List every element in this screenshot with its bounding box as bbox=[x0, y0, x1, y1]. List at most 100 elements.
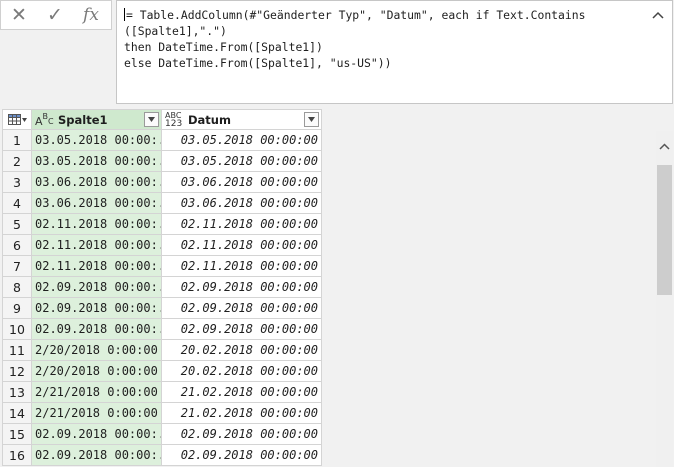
table-row[interactable]: 502.11.2018 00:00:... 02.11.2018 00:00:00 bbox=[3, 214, 322, 235]
cell-value: 02.09.2018 00:00:00 bbox=[180, 322, 318, 336]
scroll-up-icon[interactable] bbox=[656, 131, 673, 161]
cell-spalte1[interactable]: 02.09.2018 00:00:... bbox=[32, 277, 162, 298]
table-menu-button[interactable] bbox=[3, 109, 32, 130]
cell-spalte1[interactable]: 03.05.2018 00:00:... bbox=[32, 151, 162, 172]
cell-value: 03.06.2018 00:00:00 bbox=[180, 196, 318, 210]
row-number[interactable]: 11 bbox=[3, 340, 32, 361]
table-row[interactable]: 14 2/21/2018 0:00:00 21.02.2018 00:00:00 bbox=[3, 403, 322, 424]
row-number[interactable]: 3 bbox=[3, 172, 32, 193]
row-number[interactable]: 7 bbox=[3, 256, 32, 277]
table-row[interactable]: 11 2/20/2018 0:00:00 20.02.2018 00:00:00 bbox=[3, 340, 322, 361]
cell-datum[interactable]: 03.05.2018 00:00:00 bbox=[162, 130, 322, 151]
cancel-icon[interactable]: ✕ bbox=[1, 1, 37, 29]
table-row[interactable]: 1602.09.2018 00:00:... 02.09.2018 00:00:0… bbox=[3, 445, 322, 466]
cell-value: 03.05.2018 00:00:... bbox=[35, 133, 161, 147]
cell-datum[interactable]: 03.06.2018 00:00:00 bbox=[162, 172, 322, 193]
cell-value: 2/21/2018 0:00:00 bbox=[35, 406, 158, 420]
table-row[interactable]: 303.06.2018 00:00:... 03.06.2018 00:00:00 bbox=[3, 172, 322, 193]
column-header-datum[interactable]: ABC 123 Datum bbox=[162, 109, 322, 130]
table-row[interactable]: 203.05.2018 00:00:... 03.05.2018 00:00:00 bbox=[3, 151, 322, 172]
text-caret bbox=[124, 8, 125, 21]
filter-dropdown-icon[interactable] bbox=[304, 112, 319, 127]
table-row[interactable]: 12 2/20/2018 0:00:00 20.02.2018 00:00:00 bbox=[3, 361, 322, 382]
cell-datum[interactable]: 02.09.2018 00:00:00 bbox=[162, 319, 322, 340]
confirm-icon[interactable]: ✓ bbox=[37, 1, 73, 29]
table-row[interactable]: 1002.09.2018 00:00:... 02.09.2018 00:00:0… bbox=[3, 319, 322, 340]
row-number[interactable]: 8 bbox=[3, 277, 32, 298]
cell-spalte1[interactable]: 2/20/2018 0:00:00 bbox=[32, 361, 162, 382]
cell-spalte1[interactable]: 02.11.2018 00:00:... bbox=[32, 256, 162, 277]
table-row[interactable]: 902.09.2018 00:00:... 02.09.2018 00:00:00 bbox=[3, 298, 322, 319]
column-header-spalte1[interactable]: A B C Spalte1 bbox=[32, 109, 162, 130]
cell-datum[interactable]: 02.09.2018 00:00:00 bbox=[162, 277, 322, 298]
cell-datum[interactable]: 20.02.2018 00:00:00 bbox=[162, 361, 322, 382]
cell-datum[interactable]: 20.02.2018 00:00:00 bbox=[162, 340, 322, 361]
cell-spalte1[interactable]: 02.09.2018 00:00:... bbox=[32, 319, 162, 340]
cell-datum[interactable]: 02.11.2018 00:00:00 bbox=[162, 214, 322, 235]
cell-value: 02.11.2018 00:00:00 bbox=[180, 259, 318, 273]
scrollbar-thumb[interactable] bbox=[657, 165, 672, 295]
cell-spalte1[interactable]: 2/20/2018 0:00:00 bbox=[32, 340, 162, 361]
cell-value: 02.11.2018 00:00:00 bbox=[180, 238, 318, 252]
cell-value: 03.06.2018 00:00:... bbox=[35, 196, 161, 210]
table-row[interactable]: 13 2/21/2018 0:00:00 21.02.2018 00:00:00 bbox=[3, 382, 322, 403]
cell-datum[interactable]: 21.02.2018 00:00:00 bbox=[162, 382, 322, 403]
cell-spalte1[interactable]: 02.11.2018 00:00:... bbox=[32, 214, 162, 235]
cell-datum[interactable]: 02.11.2018 00:00:00 bbox=[162, 256, 322, 277]
fx-icon[interactable]: fx bbox=[73, 1, 109, 29]
cell-spalte1[interactable]: 03.05.2018 00:00:... bbox=[32, 130, 162, 151]
cell-datum[interactable]: 21.02.2018 00:00:00 bbox=[162, 403, 322, 424]
row-number[interactable]: 16 bbox=[3, 445, 32, 466]
vertical-scrollbar[interactable] bbox=[656, 131, 673, 467]
data-grid: A B C Spalte1 ABC 123 Datum 1 03.05.2018 … bbox=[2, 109, 322, 466]
table-icon bbox=[7, 114, 27, 125]
formula-text[interactable]: = Table.AddColumn(#"Geänderter Typ", "Da… bbox=[124, 7, 649, 71]
table-row[interactable]: 103.05.2018 00:00:... 03.05.2018 00:00:00 bbox=[3, 130, 322, 151]
formula-line-3: then DateTime.From([Spalte1]) bbox=[124, 40, 323, 54]
cell-datum[interactable]: 02.09.2018 00:00:00 bbox=[162, 298, 322, 319]
cell-datum[interactable]: 03.06.2018 00:00:00 bbox=[162, 193, 322, 214]
cell-datum[interactable]: 02.09.2018 00:00:00 bbox=[162, 445, 322, 466]
cell-value: 21.02.2018 00:00:00 bbox=[180, 385, 318, 399]
cell-datum[interactable]: 02.11.2018 00:00:00 bbox=[162, 235, 322, 256]
formula-input[interactable]: = Table.AddColumn(#"Geänderter Typ", "Da… bbox=[116, 0, 673, 104]
table-body: 103.05.2018 00:00:... 03.05.2018 00:00:00… bbox=[3, 130, 322, 466]
cell-spalte1[interactable]: 03.06.2018 00:00:... bbox=[32, 172, 162, 193]
row-number[interactable]: 15 bbox=[3, 424, 32, 445]
cell-value: 03.05.2018 00:00:00 bbox=[180, 154, 318, 168]
row-number[interactable]: 5 bbox=[3, 214, 32, 235]
formula-line-2: ([Spalte1],".") bbox=[124, 24, 227, 38]
row-number[interactable]: 13 bbox=[3, 382, 32, 403]
cell-spalte1[interactable]: 02.09.2018 00:00:... bbox=[32, 424, 162, 445]
row-number[interactable]: 4 bbox=[3, 193, 32, 214]
cell-value: 20.02.2018 00:00:00 bbox=[180, 364, 318, 378]
cell-spalte1[interactable]: 02.09.2018 00:00:... bbox=[32, 298, 162, 319]
row-number[interactable]: 12 bbox=[3, 361, 32, 382]
cell-spalte1[interactable]: 2/21/2018 0:00:00 bbox=[32, 382, 162, 403]
cell-spalte1[interactable]: 03.06.2018 00:00:... bbox=[32, 193, 162, 214]
formula-bar-buttons: ✕ ✓ fx bbox=[0, 0, 112, 30]
header-row: A B C Spalte1 ABC 123 Datum bbox=[3, 109, 322, 130]
text-type-icon[interactable]: A B C bbox=[35, 112, 55, 127]
table-row[interactable]: 802.09.2018 00:00:... 02.09.2018 00:00:00 bbox=[3, 277, 322, 298]
cell-datum[interactable]: 02.09.2018 00:00:00 bbox=[162, 424, 322, 445]
cell-datum[interactable]: 03.05.2018 00:00:00 bbox=[162, 151, 322, 172]
cell-spalte1[interactable]: 02.11.2018 00:00:... bbox=[32, 235, 162, 256]
cell-value: 03.05.2018 00:00:... bbox=[35, 154, 161, 168]
cell-spalte1[interactable]: 02.09.2018 00:00:... bbox=[32, 445, 162, 466]
row-number[interactable]: 14 bbox=[3, 403, 32, 424]
row-number[interactable]: 10 bbox=[3, 319, 32, 340]
chevron-up-icon[interactable] bbox=[650, 7, 666, 23]
row-number[interactable]: 9 bbox=[3, 298, 32, 319]
row-number[interactable]: 2 bbox=[3, 151, 32, 172]
table-row[interactable]: 403.06.2018 00:00:... 03.06.2018 00:00:00 bbox=[3, 193, 322, 214]
row-number[interactable]: 6 bbox=[3, 235, 32, 256]
cell-value: 02.09.2018 00:00:... bbox=[35, 322, 161, 336]
filter-dropdown-icon[interactable] bbox=[144, 112, 159, 127]
table-row[interactable]: 602.11.2018 00:00:... 02.11.2018 00:00:00 bbox=[3, 235, 322, 256]
table-row[interactable]: 1502.09.2018 00:00:... 02.09.2018 00:00:0… bbox=[3, 424, 322, 445]
table-row[interactable]: 702.11.2018 00:00:... 02.11.2018 00:00:00 bbox=[3, 256, 322, 277]
row-number[interactable]: 1 bbox=[3, 130, 32, 151]
any-type-icon[interactable]: ABC 123 bbox=[165, 111, 185, 128]
cell-spalte1[interactable]: 2/21/2018 0:00:00 bbox=[32, 403, 162, 424]
